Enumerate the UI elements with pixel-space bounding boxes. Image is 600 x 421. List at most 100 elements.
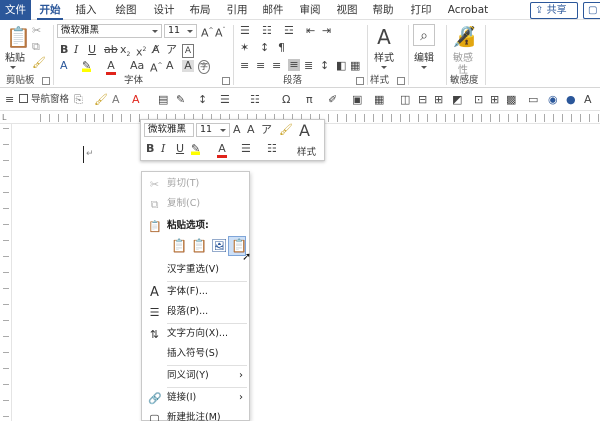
styles-launcher-icon[interactable]: [397, 77, 405, 85]
bullets-qat-icon[interactable]: ☰: [220, 93, 230, 106]
justify-icon[interactable]: ≡: [288, 59, 300, 71]
keep-source-formatting-icon[interactable]: 📋: [168, 236, 187, 256]
menu-item-paragraph[interactable]: ☰ 段落(P)...: [142, 302, 249, 322]
borders-qat-icon[interactable]: ⊡: [474, 93, 483, 106]
draw-icon[interactable]: ✐: [328, 93, 337, 106]
menu-item-font[interactable]: A 字体(F)...: [142, 282, 249, 302]
font-name-box[interactable]: 微软雅黑: [57, 24, 162, 38]
shrink-font-icon[interactable]: Aˇ: [215, 25, 226, 40]
paste-special-icon[interactable]: ⎘: [74, 93, 83, 106]
nav-pane-label[interactable]: 导航窗格: [31, 93, 69, 106]
screenshot-icon[interactable]: ▭: [528, 93, 538, 106]
tab-print[interactable]: 打印: [408, 0, 434, 20]
mini-format-painter-icon[interactable]: 🖌: [279, 124, 293, 136]
grow-font-icon-2[interactable]: A^: [150, 60, 163, 75]
tab-draw[interactable]: 绘图: [113, 0, 139, 20]
align-right-icon[interactable]: ≡: [272, 60, 281, 72]
subscript-icon[interactable]: x2: [120, 43, 130, 61]
merge-icon[interactable]: ⊟: [418, 93, 427, 106]
highlight-qat-icon[interactable]: ✎: [176, 93, 185, 106]
cell-icon[interactable]: ⊞: [490, 93, 499, 106]
numbering-icon[interactable]: ☷: [262, 25, 272, 37]
menu-item-insert-symbol[interactable]: 插入符号(S): [142, 344, 249, 364]
phonetic-guide-icon[interactable]: ア: [166, 44, 177, 56]
char-border-icon[interactable]: A: [182, 44, 194, 58]
mini-font-size-box[interactable]: 11: [196, 123, 230, 137]
sensitivity-icon[interactable]: 🔏: [452, 25, 477, 47]
align-icon[interactable]: ⊞: [434, 93, 443, 106]
font-color-icon[interactable]: A: [106, 60, 116, 75]
mini-phonetic-icon[interactable]: ア: [261, 124, 272, 136]
tab-help[interactable]: 帮助: [370, 0, 396, 20]
tab-home[interactable]: 开始: [37, 0, 63, 20]
grid-icon[interactable]: ▩: [506, 93, 516, 106]
paragraph-settings-icon[interactable]: ▤: [158, 93, 168, 106]
insert-box-icon[interactable]: ▣: [352, 93, 362, 106]
sort-icon[interactable]: ↕: [260, 42, 269, 54]
tab-mailings[interactable]: 邮件: [260, 0, 286, 20]
tab-references[interactable]: 引用: [224, 0, 250, 20]
shrink-font-icon-2[interactable]: A: [166, 60, 174, 72]
bullets-icon[interactable]: ☰: [240, 25, 250, 37]
paragraph-launcher-icon[interactable]: [356, 77, 364, 85]
menu-item-new-comment[interactable]: ▢ 新建批注(M): [142, 408, 249, 421]
share-button[interactable]: ⇪ 共享: [530, 2, 578, 19]
styles-icon[interactable]: A: [375, 26, 393, 48]
paste-dropdown-icon[interactable]: [10, 62, 16, 73]
comments-button[interactable]: ▢批: [583, 2, 600, 19]
merge-formatting-icon[interactable]: 📋: [188, 236, 207, 256]
split-icon[interactable]: ◫: [400, 93, 410, 106]
underline-icon[interactable]: U: [88, 44, 96, 56]
tab-insert[interactable]: 插入: [73, 0, 99, 20]
cut-icon[interactable]: ✂: [32, 25, 41, 37]
clear-format-qat-icon[interactable]: A: [112, 93, 120, 106]
tab-file[interactable]: 文件: [0, 0, 31, 20]
tab-layout[interactable]: 布局: [187, 0, 213, 20]
text-effects-icon[interactable]: A: [60, 60, 68, 72]
table-icon[interactable]: ▦: [374, 93, 384, 106]
increase-indent-icon[interactable]: ⇥: [322, 25, 331, 37]
shading-qat-icon[interactable]: ◩: [452, 93, 462, 106]
sensitivity-label-2[interactable]: 性: [458, 61, 468, 76]
copy-icon[interactable]: ⧉: [32, 41, 40, 53]
mini-grow-font-icon[interactable]: A: [233, 124, 241, 136]
clear-format-icon[interactable]: A̸: [152, 44, 160, 56]
multilevel-list-icon[interactable]: ☲: [284, 25, 294, 37]
align-left-icon[interactable]: ≡: [240, 60, 249, 72]
mini-bold-icon[interactable]: B: [146, 143, 154, 155]
distributed-icon[interactable]: ≣: [304, 60, 313, 72]
mini-highlight-icon[interactable]: ✎: [191, 143, 201, 155]
mini-numbering-icon[interactable]: ☷: [267, 143, 277, 155]
equation-icon[interactable]: π: [306, 93, 313, 106]
shading-icon[interactable]: ◧: [336, 60, 346, 72]
decrease-indent-icon[interactable]: ⇤: [306, 25, 315, 37]
menu-item-copy[interactable]: ⧉ 复制(C): [142, 194, 249, 214]
line-spacing-icon[interactable]: ↕: [320, 60, 329, 72]
editing-dropdown-icon[interactable]: [421, 62, 427, 73]
borders-icon[interactable]: ▦: [350, 60, 360, 72]
mini-font-color-icon[interactable]: A: [217, 143, 227, 158]
font-launcher-icon[interactable]: [222, 77, 230, 85]
mini-styles-icon[interactable]: A: [299, 122, 310, 140]
paste-icon[interactable]: 📋: [6, 26, 31, 48]
chinese-layout-icon[interactable]: ✶: [240, 42, 249, 54]
tab-view[interactable]: 视图: [334, 0, 360, 20]
mini-underline-icon[interactable]: U: [176, 143, 184, 155]
bold-icon[interactable]: B: [60, 44, 68, 56]
shape-fill-icon[interactable]: ●: [566, 93, 576, 106]
mini-shrink-font-icon[interactable]: A: [247, 124, 255, 136]
highlight-icon[interactable]: ✎: [82, 60, 92, 72]
format-painter-qat-icon[interactable]: 🖌: [94, 93, 108, 106]
font-color-qat-icon[interactable]: A: [132, 93, 140, 106]
superscript-icon[interactable]: x2: [136, 44, 146, 59]
symbol-icon[interactable]: Ω: [282, 93, 290, 106]
grow-font-icon[interactable]: A^: [201, 25, 214, 40]
find-icon[interactable]: ⌕: [413, 24, 435, 46]
menu-item-cut[interactable]: ✂ 剪切(T): [142, 174, 249, 194]
menu-item-text-direction[interactable]: ⇅ 文字方向(X)...: [142, 324, 249, 344]
document-canvas[interactable]: ↵: [13, 124, 600, 421]
mini-bullets-icon[interactable]: ☰: [241, 143, 251, 155]
mini-font-name-box[interactable]: 微软雅黑: [144, 123, 194, 137]
menu-icon[interactable]: ≡: [5, 93, 14, 106]
tab-acrobat[interactable]: Acrobat: [445, 0, 491, 20]
